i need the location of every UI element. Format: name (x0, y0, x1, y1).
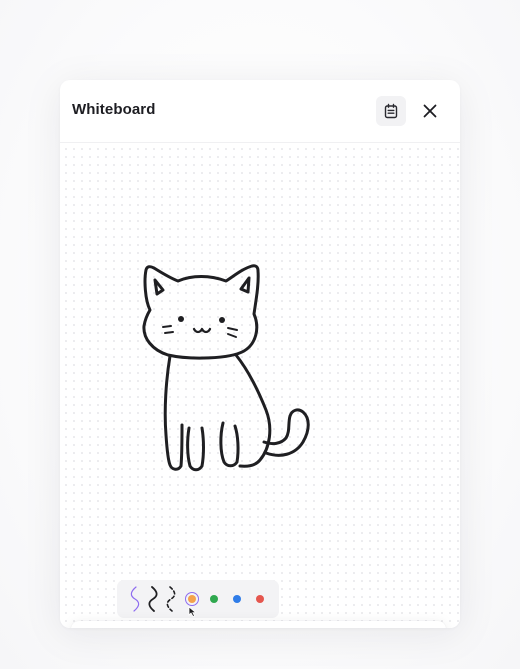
color-blue[interactable] (227, 587, 247, 611)
whiteboard-window: Whiteboard (60, 80, 460, 628)
whiteboard-canvas[interactable] (60, 143, 460, 628)
blue-swatch (233, 595, 241, 603)
solid-stroke-option[interactable] (125, 586, 145, 612)
green-swatch (210, 595, 218, 603)
color-red[interactable] (250, 587, 270, 611)
close-button[interactable] (415, 96, 445, 126)
cursor-icon (188, 606, 197, 617)
color-green[interactable] (204, 587, 224, 611)
close-icon (422, 103, 438, 119)
dashed-stroke-option[interactable] (161, 586, 181, 612)
pen-style-bar (117, 580, 279, 618)
selected-color-ring (185, 592, 199, 606)
notes-button[interactable] (376, 96, 406, 126)
bottom-toolbar (71, 621, 446, 628)
wave-bold-icon (146, 586, 160, 612)
wave-dashed-icon (164, 586, 178, 612)
notes-icon (383, 103, 399, 119)
wave-thin-icon (128, 586, 142, 612)
page-background: Whiteboard (0, 0, 520, 669)
cat-drawing (140, 260, 320, 475)
orange-swatch (188, 595, 196, 603)
window-title: Whiteboard (72, 101, 156, 118)
window-header: Whiteboard (60, 80, 460, 143)
red-swatch (256, 595, 264, 603)
bold-stroke-option[interactable] (143, 586, 163, 612)
